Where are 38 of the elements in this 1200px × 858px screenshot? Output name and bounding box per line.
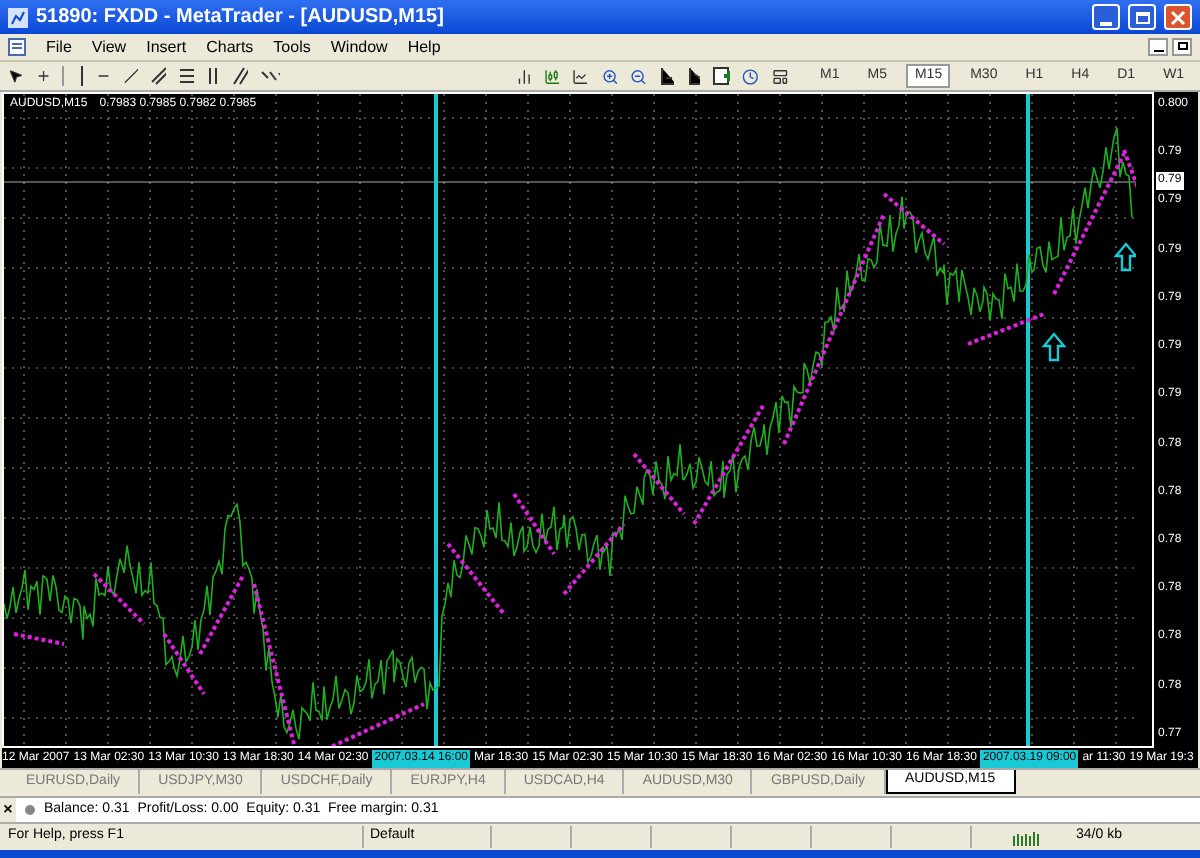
menu-item[interactable]: Window <box>330 35 388 59</box>
restore-child-button[interactable] <box>1172 38 1192 56</box>
menu-item[interactable]: View <box>91 35 127 59</box>
indicators-icon[interactable] <box>712 66 731 86</box>
crosshair-icon[interactable] <box>35 66 51 86</box>
clock-icon[interactable] <box>742 65 760 87</box>
zoom-out-icon[interactable] <box>629 65 647 87</box>
close-button[interactable] <box>1164 4 1192 30</box>
menu-item[interactable]: Help <box>407 35 441 59</box>
menu-item[interactable]: Insert <box>146 35 187 59</box>
window-title: 51890: FXDD - MetaTrader - [AUDUSD,M15] <box>36 4 446 32</box>
autoscroll-icon[interactable] <box>685 66 701 86</box>
close-terminal-button[interactable]: × <box>0 798 16 822</box>
candlestick-icon[interactable] <box>544 65 561 87</box>
maximize-button[interactable] <box>1128 4 1156 30</box>
minimize-child-button[interactable] <box>1148 38 1168 56</box>
cursor-icon[interactable] <box>8 66 24 86</box>
template-icon[interactable] <box>771 65 788 87</box>
close-icon <box>1170 9 1186 25</box>
fibonacci-icon[interactable] <box>178 66 194 86</box>
app-icon <box>8 7 28 27</box>
vertical-line-icon[interactable] <box>75 66 85 86</box>
connection-bars-icon <box>1012 829 1040 845</box>
menu-item[interactable]: Tools <box>273 35 311 59</box>
menu-item[interactable]: File <box>46 35 72 59</box>
grid-icon[interactable] <box>205 66 221 86</box>
minimize-button[interactable] <box>1092 4 1120 30</box>
trendline-icon[interactable] <box>123 66 139 86</box>
menu-item[interactable]: Charts <box>206 35 254 59</box>
line-chart-icon[interactable] <box>572 65 590 87</box>
shapes-dropdown-icon[interactable] <box>259 66 281 86</box>
account-icon <box>24 804 36 816</box>
bar-chart-icon[interactable] <box>515 65 533 87</box>
chart-shift-icon[interactable] <box>658 66 674 86</box>
parallel-lines-icon[interactable] <box>232 66 248 86</box>
channel-icon[interactable] <box>150 66 167 86</box>
zoom-in-icon[interactable] <box>601 65 618 87</box>
document-icon <box>8 38 26 56</box>
